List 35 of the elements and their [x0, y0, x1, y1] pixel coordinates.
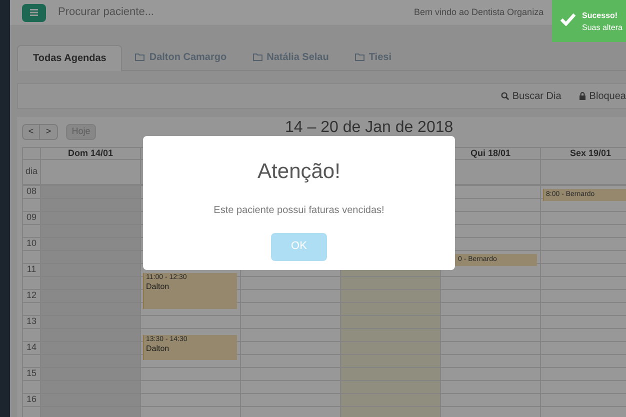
folder-icon [354, 53, 365, 61]
block-button[interactable]: Bloquea [579, 88, 626, 104]
calendar-title: 14 – 20 de Jan de 2018 [285, 119, 454, 136]
hour-label: 08 [26, 185, 36, 198]
menu-button[interactable] [22, 4, 46, 22]
dialog-message: Este paciente possui faturas vencidas! [214, 204, 384, 218]
search-icon [501, 92, 510, 100]
hour-label: 15 [26, 367, 36, 380]
day-header: Dom 14/01 [68, 146, 114, 160]
hour-label: 14 [26, 341, 36, 354]
tab[interactable]: Todas Agendas [17, 45, 122, 71]
folder-icon [135, 53, 146, 61]
hour-label: 16 [26, 393, 36, 406]
toast-message: Suas altera [582, 22, 622, 34]
day-header: Qui 18/01 [470, 146, 511, 160]
hour-label: 13 [26, 315, 36, 328]
toast-title: Sucesso! [582, 10, 619, 22]
welcome-text: Bem vindo ao Dentista Organiza [414, 6, 544, 19]
hour-label: 12 [26, 289, 36, 302]
previous-button[interactable]: < [22, 124, 40, 140]
next-button[interactable]: > [40, 124, 58, 140]
hour-label: 10 [26, 237, 36, 250]
appointment-patient: Dalton [146, 282, 170, 292]
dialog-title: Atenção! [258, 159, 340, 185]
lock-icon [579, 92, 586, 100]
checkmark-icon [560, 12, 576, 26]
day-header: Sex 19/01 [570, 146, 612, 160]
search-day-button[interactable]: Buscar Dia [501, 88, 562, 104]
hour-label: 11 [26, 263, 36, 276]
appointment-patient: Dalton [146, 344, 170, 354]
menu-icon [30, 9, 38, 16]
search-field[interactable]: Procurar paciente... [58, 4, 258, 21]
folder-icon [252, 53, 263, 61]
all-day-label: dia [25, 165, 38, 178]
hour-label: 09 [26, 211, 36, 224]
